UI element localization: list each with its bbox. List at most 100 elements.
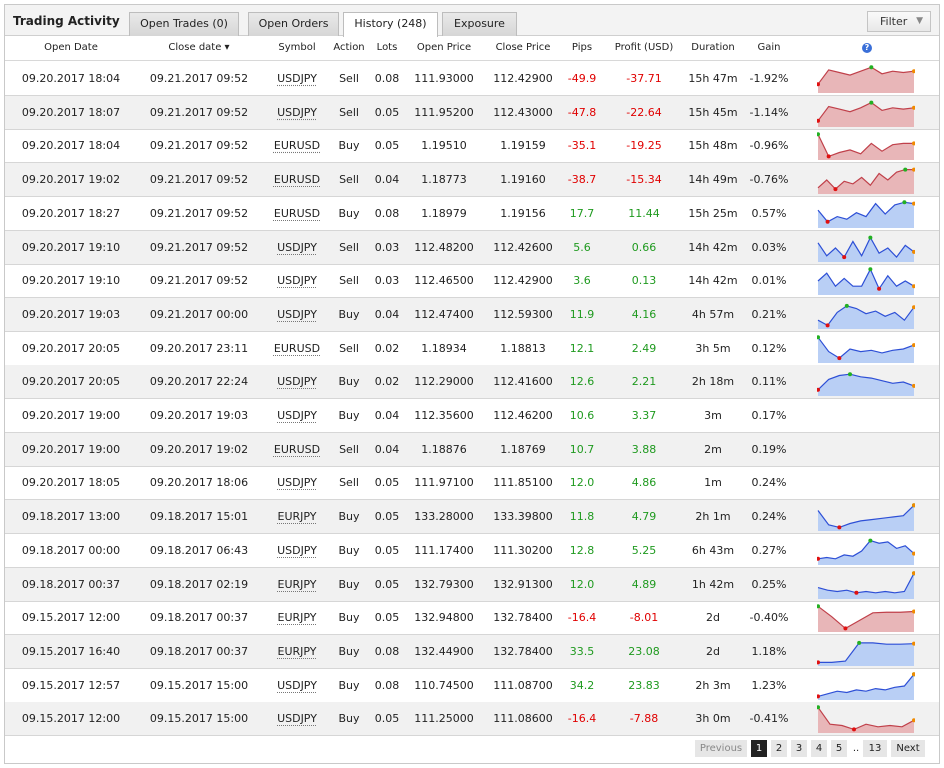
cell-open-price: 132.79300	[414, 577, 474, 591]
equity-sparkline	[817, 334, 915, 363]
cell-close-price: 1.19159	[500, 139, 546, 153]
table-row[interactable]: 09.20.2017 18:04 09.21.2017 09:52 USDJPY Se…	[5, 62, 939, 96]
symbol-link[interactable]: EURUSD	[274, 443, 320, 456]
cell-close-price: 112.46200	[493, 409, 553, 422]
table-row[interactable]: 09.20.2017 18:05 09.20.2017 18:06 USDJPY Se…	[5, 466, 939, 501]
table-row[interactable]: 09.20.2017 19:02 09.21.2017 09:52 EURUSD Se…	[5, 163, 939, 198]
symbol-link[interactable]: EURJPY	[278, 645, 317, 658]
cell-pips: -38.7	[567, 173, 597, 187]
tab-open-trades[interactable]: Open Trades (0)	[129, 12, 239, 36]
cell-profit: -8.01	[629, 611, 659, 625]
cell-close-price: 1.18813	[500, 341, 546, 355]
cell-profit: 0.66	[631, 240, 657, 254]
symbol-link[interactable]: EURUSD	[274, 207, 320, 220]
col-action[interactable]: Action	[328, 42, 370, 53]
pager-page-5[interactable]: 5	[831, 740, 847, 757]
symbol-link[interactable]: USDJPY	[277, 106, 317, 119]
col-gain[interactable]: Gain	[743, 42, 795, 53]
cell-action: Buy	[338, 611, 360, 625]
filter-button[interactable]: Filter ▼	[867, 11, 931, 32]
cell-profit: 4.16	[631, 307, 657, 321]
symbol-link[interactable]: USDJPY	[277, 241, 317, 254]
cell-open-price: 111.25000	[414, 712, 474, 726]
symbol-link[interactable]: USDJPY	[277, 72, 317, 85]
symbol-link[interactable]: USDJPY	[277, 476, 317, 489]
cell-gain: 0.11%	[751, 375, 787, 389]
pager-page-last[interactable]: 13	[863, 740, 887, 757]
tab-history[interactable]: History (248)	[343, 12, 438, 37]
symbol-link[interactable]: EURJPY	[278, 578, 317, 591]
sparkline-min-marker	[833, 187, 838, 192]
sparkline-min-marker	[837, 355, 842, 360]
table-row[interactable]: 09.20.2017 19:10 09.21.2017 09:52 USDJPY Se…	[5, 264, 939, 299]
symbol-link[interactable]: EURJPY	[278, 611, 317, 624]
col-lots[interactable]: Lots	[369, 42, 405, 53]
table-row[interactable]: 09.15.2017 16:40 09.18.2017 00:37 EURJPY Bu…	[5, 634, 939, 669]
table-row[interactable]: 09.18.2017 00:00 09.18.2017 06:43 USDJPY Bu…	[5, 534, 939, 568]
cell-gain: 0.01%	[751, 274, 787, 288]
pager-page-4[interactable]: 4	[811, 740, 827, 757]
cell-close-price: 111.08700	[493, 678, 553, 692]
cell-symbol: EURJPY	[267, 578, 327, 591]
symbol-link[interactable]: EURUSD	[274, 173, 320, 186]
table-row[interactable]: 09.20.2017 18:04 09.21.2017 09:52 EURUSD Bu…	[5, 129, 939, 164]
cell-lots: 0.04	[374, 409, 400, 422]
symbol-link[interactable]: USDJPY	[277, 712, 317, 725]
cell-open-date: 09.20.2017 19:00	[21, 409, 121, 422]
table-row[interactable]: 09.15.2017 12:00 09.18.2017 00:37 EURJPY Bu…	[5, 601, 939, 636]
sparkline-area	[818, 707, 914, 734]
table-row[interactable]: 09.15.2017 12:57 09.15.2017 15:00 USDJPY Bu…	[5, 669, 939, 703]
pager-next[interactable]: Next	[891, 740, 925, 757]
cell-action: Sell	[339, 105, 359, 119]
cell-lots: 0.05	[374, 510, 400, 524]
symbol-link[interactable]: USDJPY	[277, 274, 317, 287]
symbol-link[interactable]: EURJPY	[278, 510, 317, 523]
table-row[interactable]: 09.15.2017 12:00 09.15.2017 15:00 USDJPY Bu…	[5, 702, 939, 737]
table-row[interactable]: 09.20.2017 20:05 09.20.2017 23:11 EURUSD Se…	[5, 332, 939, 366]
col-open-date[interactable]: Open Date	[13, 42, 129, 53]
col-close-date[interactable]: Close date ▾	[139, 42, 259, 53]
pager-page-2[interactable]: 2	[771, 740, 787, 757]
cell-pips: -49.9	[567, 72, 597, 85]
col-close-price[interactable]: Close Price	[484, 42, 562, 53]
cell-close-price: 133.39800	[493, 510, 553, 524]
table-row[interactable]: 09.20.2017 18:27 09.21.2017 09:52 EURUSD Bu…	[5, 197, 939, 231]
tab-open-orders[interactable]: Open Orders	[248, 12, 339, 36]
symbol-link[interactable]: USDJPY	[277, 544, 317, 557]
table-row[interactable]: 09.20.2017 19:00 09.20.2017 19:03 USDJPY Bu…	[5, 399, 939, 433]
col-profit[interactable]: Profit (USD)	[605, 42, 683, 53]
symbol-link[interactable]: USDJPY	[277, 308, 317, 321]
cell-profit: 2.21	[631, 375, 657, 389]
table-row[interactable]: 09.18.2017 00:37 09.18.2017 02:19 EURJPY Bu…	[5, 567, 939, 602]
sparkline-max-marker	[817, 132, 820, 137]
table-row[interactable]: 09.20.2017 18:07 09.21.2017 09:52 USDJPY Se…	[5, 95, 939, 130]
symbol-link[interactable]: USDJPY	[277, 409, 317, 422]
equity-sparkline	[817, 604, 915, 633]
col-pips[interactable]: Pips	[562, 42, 602, 53]
tab-exposure[interactable]: Exposure	[442, 12, 517, 36]
cell-lots: 0.02	[374, 341, 400, 355]
cell-duration: 2h 1m	[695, 510, 731, 524]
table-row[interactable]: 09.20.2017 20:05 09.20.2017 22:24 USDJPY Bu…	[5, 365, 939, 400]
cell-action: Sell	[339, 442, 359, 456]
col-open-price[interactable]: Open Price	[405, 42, 483, 53]
pager-page-3[interactable]: 3	[791, 740, 807, 757]
table-row[interactable]: 09.20.2017 19:10 09.21.2017 09:52 USDJPY Se…	[5, 230, 939, 265]
cell-action: Sell	[339, 476, 359, 490]
col-symbol[interactable]: Symbol	[267, 42, 327, 53]
help-icon[interactable]: ?	[862, 43, 872, 53]
pager-previous[interactable]: Previous	[695, 740, 747, 757]
symbol-link[interactable]: EURUSD	[274, 139, 320, 152]
table-row[interactable]: 09.18.2017 13:00 09.18.2017 15:01 EURJPY Bu…	[5, 500, 939, 535]
symbol-link[interactable]: USDJPY	[277, 679, 317, 692]
sparkline-area	[818, 134, 914, 161]
col-duration[interactable]: Duration	[682, 42, 744, 53]
pager-page-1[interactable]: 1	[751, 740, 767, 757]
symbol-link[interactable]: USDJPY	[277, 375, 317, 388]
table-row[interactable]: 09.20.2017 19:03 09.21.2017 00:00 USDJPY Bu…	[5, 297, 939, 332]
symbol-link[interactable]: EURUSD	[274, 342, 320, 355]
cell-symbol: EURJPY	[267, 510, 327, 523]
table-row[interactable]: 09.20.2017 19:00 09.20.2017 19:02 EURUSD Se…	[5, 432, 939, 467]
cell-pips: 12.0	[569, 476, 595, 490]
sparkline-area	[818, 572, 914, 599]
